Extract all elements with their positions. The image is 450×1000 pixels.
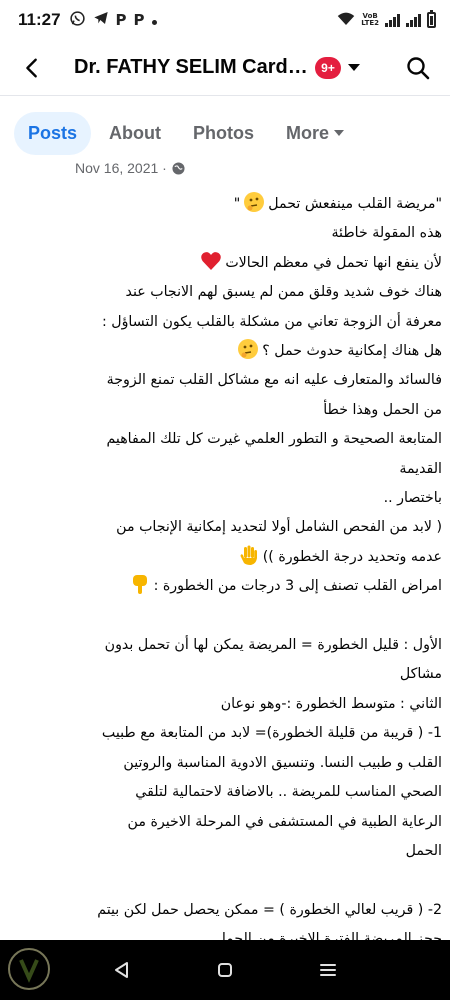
triangle-back-icon [114,962,128,978]
post-line: 2- ( قريب لعالي الخطورة ) = ممكن يحصل حم… [97,901,442,918]
post-line-blank [10,602,442,631]
tab-posts-label: Posts [28,122,78,143]
dot-icon [151,11,157,29]
globe-icon [172,161,185,175]
nav-back-button[interactable] [102,950,142,990]
pointing-down-emoji [129,573,151,595]
post-text: "مريضة القلب مينفعش تحمل" هذه المقولة خا… [10,190,442,940]
post-line: الحمل [405,842,442,859]
thinking-face-emoji [237,338,259,360]
post-line-text: "مريضة القلب مينفعش تحمل [268,196,442,212]
post-line: امراض القلب تصنف إلى 3 درجات من الخطورة … [10,572,442,601]
page-header: Dr. FATHY SELIM Cardi... 9+ [0,40,450,96]
post-line-blank [10,866,442,895]
wifi-icon [337,11,355,30]
post-date: Nov 16, 2021 · [75,160,185,176]
red-heart-emoji [200,250,222,272]
battery-icon [427,10,436,28]
tab-photos-label: Photos [193,122,255,143]
post-line: مشاكل [399,666,442,683]
post: Nov 16, 2021 · "مريضة القلب مينفعش تحمل"… [0,160,450,940]
status-bar: 11:27 P P VoB LTE2 [0,0,450,40]
tab-about[interactable]: About [95,112,175,155]
post-line: هذه المقولة خاطئة [331,225,442,242]
post-line: لأن ينفع انها تحمل في معظم الحالات [10,249,442,278]
back-arrow-icon [26,58,37,77]
post-line: القلب و طبيب النسا. وتنسيق الادوية المنا… [123,754,442,771]
post-line-text: امراض القلب تصنف إلى 3 درجات من الخطورة … [153,578,442,595]
post-line: الثاني : متوسط الخطورة :-وهو نوعان [220,695,442,712]
post-line-text: لأن ينفع انها تحمل في معظم الحالات [225,254,442,271]
post-line: "مريضة القلب مينفعش تحمل" [10,190,442,219]
post-line: باختصار .. [383,490,442,507]
post-line: معرفة أن الزوجة تعاني من مشكلة بالقلب يك… [101,313,442,330]
square-home-icon [217,963,232,977]
post-line: من الحمل وهذا خطأ [323,401,442,418]
page-tabs: Posts About Photos More [0,97,450,169]
app-p-icon: P [115,11,127,29]
post-line: المتابعة الصحيحة و التطور العلمي غيرت كل… [106,431,442,448]
system-nav-bar [0,940,450,1000]
post-line: حجز المريضة الفترة الاخيرة من الحمل [215,931,442,940]
notification-badge[interactable]: 9+ [315,56,341,79]
menu-lines-icon [320,964,337,976]
post-date-text: Nov 16, 2021 · [75,160,167,176]
nav-home-button[interactable] [205,950,245,990]
caret-down-icon [334,130,345,136]
watermark-logo-icon [8,948,50,990]
signal-icon [406,13,421,27]
post-line: هناك خوف شديد وقلق ممن لم يسبق لهم الانج… [125,284,442,301]
thinking-face-emoji [243,191,265,213]
back-button[interactable] [8,44,56,92]
status-left-icons: P P [69,10,157,31]
status-time: 11:27 [18,10,61,29]
nav-menu-button[interactable] [308,950,348,990]
search-icon [407,56,430,79]
post-line-text: هل هناك إمكانية حدوث حمل ؟ [262,343,442,360]
post-line: القديمة [399,460,442,477]
app-p-icon: P [133,11,145,29]
status-right-icons: VoB LTE2 [337,10,436,30]
post-line: 1- ( قريبة من قليلة الخطورة)= لابد من ال… [101,725,442,742]
post-line: ( لابد من الفحص الشامل أولا لتحديد إمكان… [116,519,442,536]
post-line: الأول : قليل الخطورة = المريضة يمكن لها … [104,637,442,654]
volte-label: VoB LTE2 [361,13,379,27]
post-line: الرعاية الطبية في المستشفى في المرحلة ال… [127,813,442,830]
raised-hand-emoji [238,544,260,566]
tab-about-label: About [109,122,162,143]
post-line-text: عدمه وتحديد درجة الخطورة )) [262,548,442,565]
tab-posts[interactable]: Posts [14,111,92,155]
post-line: فالسائد والمتعارف عليه انه مع مشاكل القل… [106,372,442,389]
post-line: الصحي المناسب للمريضة .. بالاضافة لاحتما… [135,784,442,801]
post-line: هل هناك إمكانية حدوث حمل ؟ [10,337,442,366]
search-button[interactable] [396,46,440,90]
tab-more-label: More [286,122,330,143]
whatsapp-icon [69,10,86,31]
telegram-icon [93,10,109,30]
volte-label-bottom: LTE2 [361,19,379,27]
tab-photos[interactable]: Photos [179,112,268,155]
page-switcher-dropdown[interactable] [343,57,365,79]
tab-more[interactable]: More [272,112,359,155]
page-title[interactable]: Dr. FATHY SELIM Cardi... [74,56,309,79]
caret-down-icon [348,63,360,71]
post-line: عدمه وتحديد درجة الخطورة )) [10,543,442,572]
signal-icon [385,13,400,27]
